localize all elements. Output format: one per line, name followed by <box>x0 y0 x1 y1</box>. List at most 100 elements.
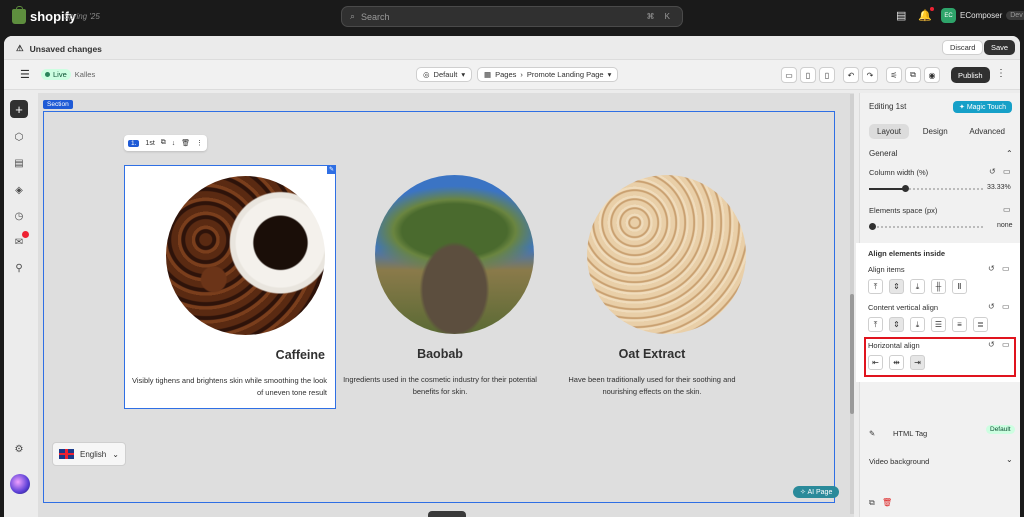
column-title: Caffeine <box>275 348 325 362</box>
bell-icon[interactable]: 🔔 <box>918 7 935 22</box>
tablet-view-icon[interactable]: ▯ <box>800 67 816 83</box>
space-around-icon[interactable]: ≡ <box>952 317 967 332</box>
reset-icon[interactable]: ↺ <box>988 264 995 273</box>
chevron-down-icon: ▾ <box>461 70 466 79</box>
arrow-down-icon[interactable]: ↓ <box>172 140 176 147</box>
duplicate-icon[interactable]: ⧉ <box>161 139 166 147</box>
preview-eye-icon[interactable]: ◉ <box>924 67 940 83</box>
device-icon[interactable]: ▭ <box>1003 205 1011 214</box>
baobab-image <box>375 175 534 334</box>
canvas-scrollbar[interactable] <box>850 94 854 514</box>
search-input[interactable]: ⌕ Search ⌘ K <box>341 6 683 27</box>
page-name: Promote Landing Page <box>526 70 604 79</box>
language-select[interactable]: English ⌄ <box>52 442 126 466</box>
column-title: Oat Extract <box>618 347 686 361</box>
column-baobab[interactable]: Baobab Ingredients used in the cosmetic … <box>334 165 546 409</box>
gear-icon[interactable]: ⚙ <box>11 441 27 457</box>
unsaved-bar: ⚠ Unsaved changes Discard Save <box>4 36 1020 60</box>
html-tag-value[interactable]: Default <box>986 425 1015 434</box>
space-between-icon[interactable]: ☰ <box>931 317 946 332</box>
publish-button[interactable]: Publish <box>951 67 990 83</box>
comments-icon[interactable]: ✉ <box>11 231 29 250</box>
column-caffeine[interactable]: ✎ Caffeine Visibly tighens and brightens… <box>124 165 336 409</box>
elements-space-slider[interactable] <box>869 223 983 230</box>
trash-icon[interactable]: 🗑 <box>882 498 892 507</box>
chevron-down-icon: ⌄ <box>112 449 119 459</box>
trash-icon[interactable]: 🗑 <box>181 139 190 147</box>
edition-label: Spring '25 <box>64 12 100 21</box>
content-bottom-icon[interactable]: ⤓ <box>910 317 925 332</box>
content-top-icon[interactable]: ⤒ <box>868 317 883 332</box>
cube-icon[interactable]: ⬡ <box>11 129 27 145</box>
wand-icon: ✦ <box>959 104 967 111</box>
menu-icon[interactable]: ☰ <box>20 68 30 81</box>
app-account[interactable]: EC EComposer Dev <box>941 8 1024 23</box>
save-button[interactable]: Save <box>984 40 1016 55</box>
align-stretch-icon[interactable]: Ⅱ <box>952 279 967 294</box>
warning-icon: ⚠ <box>16 43 24 53</box>
ai-page-button[interactable]: ✧ AI Page <box>793 486 840 498</box>
video-bg-heading[interactable]: Video background <box>869 457 929 466</box>
desktop-view-icon[interactable]: ▭ <box>781 67 797 83</box>
align-bottom-icon[interactable]: ⤓ <box>910 279 925 294</box>
chevron-up-icon[interactable]: ⌃ <box>1006 149 1013 158</box>
unsaved-title: Unsaved changes <box>29 43 102 54</box>
undo-icon[interactable]: ↶ <box>843 67 859 83</box>
add-element-button[interactable]: + <box>10 100 28 118</box>
page-select[interactable]: ▦ Pages › Promote Landing Page ▾ <box>477 67 619 82</box>
align-baseline-icon[interactable]: ╫ <box>931 279 946 294</box>
html-tag-label: HTML Tag <box>893 429 928 438</box>
tab-layout[interactable]: Layout <box>869 124 910 139</box>
section-tag[interactable]: Section <box>43 100 73 109</box>
bottom-handle[interactable] <box>428 511 466 517</box>
more-icon[interactable]: ⋮ <box>996 68 1006 79</box>
mobile-view-icon[interactable]: ▯ <box>819 67 835 83</box>
align-heading: Align elements inside <box>868 249 946 258</box>
ai-page-label: AI Page <box>807 489 833 496</box>
column-title: Baobab <box>417 347 463 361</box>
column-width-value: 33.33% <box>987 184 1011 191</box>
live-label: Live <box>53 70 67 79</box>
align-center-icon[interactable]: ⇕ <box>889 279 904 294</box>
device-icon[interactable]: ▭ <box>1002 264 1010 273</box>
tab-advanced[interactable]: Advanced <box>961 124 1013 139</box>
layers-stack-icon[interactable]: ◈ <box>11 182 27 198</box>
column-width-slider[interactable] <box>869 185 983 192</box>
discard-button[interactable]: Discard <box>942 40 984 55</box>
elements-space-value: none <box>997 222 1013 229</box>
search-icon: ⌕ <box>350 11 356 21</box>
magic-touch-button[interactable]: ✦ Magic Touch <box>953 101 1012 113</box>
content-center-icon[interactable]: ⇕ <box>889 317 904 332</box>
uk-flag-icon <box>59 449 74 459</box>
sections-icon[interactable]: ▤ <box>11 155 27 171</box>
reset-icon[interactable]: ↺ <box>988 302 995 311</box>
general-heading[interactable]: General <box>869 149 897 158</box>
layers-icon[interactable]: ⧉ <box>905 67 921 83</box>
elements-space-label: Elements space (px) <box>869 206 938 215</box>
live-badge: Live <box>41 69 71 80</box>
page-icon: ▦ <box>484 70 492 79</box>
template-value: Default <box>433 70 458 79</box>
settings-sliders-icon[interactable]: ⚟ <box>886 67 902 83</box>
chevron-down-icon[interactable]: ⌄ <box>1006 455 1013 464</box>
store-icon[interactable]: ▤ <box>896 9 906 22</box>
globe-icon: ◎ <box>423 70 430 79</box>
reset-icon[interactable]: ↺ <box>989 167 996 176</box>
chevron-down-icon: ▾ <box>607 70 612 79</box>
device-icon[interactable]: ▭ <box>1003 167 1011 176</box>
space-evenly-icon[interactable]: ≣ <box>973 317 988 332</box>
column-oat[interactable]: Oat Extract Have been traditionally used… <box>546 165 758 409</box>
history-icon[interactable]: ◷ <box>11 208 27 224</box>
template-select[interactable]: ◎ Default ▾ <box>416 67 473 82</box>
more-icon[interactable]: ⋮ <box>196 139 203 147</box>
copy-icon[interactable]: ⧉ <box>869 498 875 508</box>
language-value: English <box>80 449 107 459</box>
element-number: 1. <box>128 139 140 147</box>
editor-toolbar: ☰ Live Kalles ◎ Default ▾ ▦ Pages › Promote L… <box>4 60 1020 90</box>
tab-design[interactable]: Design <box>915 124 956 139</box>
align-top-icon[interactable]: ⤒ <box>868 279 883 294</box>
redo-icon[interactable]: ↷ <box>862 67 878 83</box>
ai-avatar[interactable] <box>10 474 30 494</box>
rocket-icon[interactable]: ⚲ <box>11 260 27 276</box>
device-icon[interactable]: ▭ <box>1002 302 1010 311</box>
